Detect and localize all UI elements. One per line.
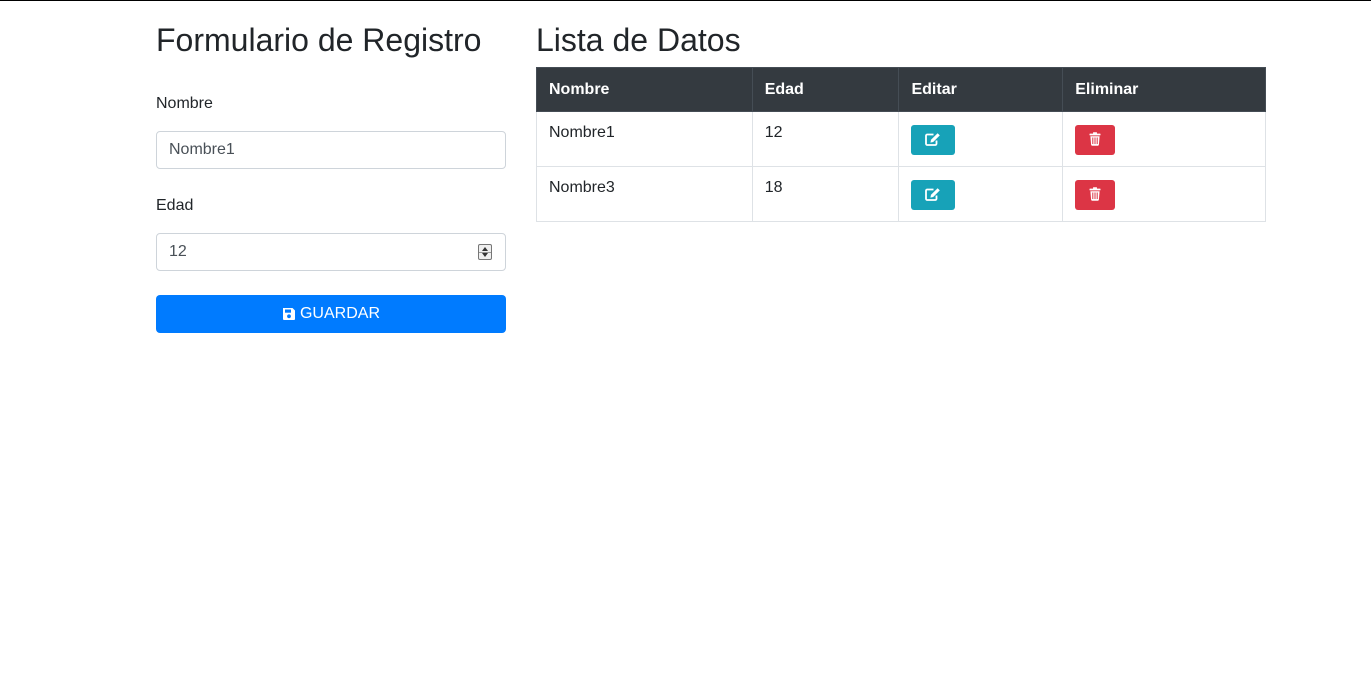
delete-button[interactable] (1075, 125, 1116, 155)
trash-icon (1089, 131, 1101, 149)
age-label: Edad (156, 197, 194, 214)
column-header-nombre: Nombre (536, 67, 753, 112)
registration-form: Formulario de Registro Nombre Nombre1 Ed… (156, 18, 506, 333)
name-input[interactable]: Nombre1 (156, 131, 506, 169)
age-spinner[interactable] (478, 244, 492, 260)
save-button-label: GUARDAR (299, 305, 380, 322)
table-row: Nombre1 12 (536, 111, 1266, 167)
save-button[interactable]: GUARDAR (156, 295, 506, 333)
data-table: Nombre Edad Editar Eliminar Nombre1 12 N… (536, 67, 1266, 222)
edit-button[interactable] (911, 180, 956, 210)
data-list: Lista de Datos Nombre Edad Editar Elimin… (536, 18, 1266, 222)
cell-delete (1062, 166, 1266, 222)
name-input-value: Nombre1 (169, 141, 235, 158)
edit-button[interactable] (911, 125, 956, 155)
age-input-value: 12 (169, 243, 187, 260)
column-header-edad: Edad (751, 67, 900, 112)
spinner-up-icon[interactable] (482, 247, 488, 251)
edit-icon (925, 187, 941, 204)
cell-edad: 18 (751, 166, 900, 222)
save-icon (282, 307, 296, 321)
column-header-eliminar: Eliminar (1062, 67, 1266, 112)
edit-icon (925, 132, 941, 149)
delete-button[interactable] (1075, 180, 1116, 210)
spinner-down-icon[interactable] (482, 253, 488, 257)
age-input[interactable]: 12 (156, 233, 506, 271)
column-header-editar: Editar (898, 67, 1064, 112)
form-title: Formulario de Registro (156, 22, 482, 58)
window-top-border (0, 0, 1371, 1)
cell-edit (898, 166, 1064, 222)
cell-delete (1062, 111, 1266, 167)
table-header-row: Nombre Edad Editar Eliminar (536, 67, 1266, 112)
trash-icon (1089, 186, 1101, 204)
list-title: Lista de Datos (536, 22, 741, 58)
cell-edad: 12 (751, 111, 900, 167)
cell-nombre: Nombre1 (536, 111, 753, 167)
cell-nombre: Nombre3 (536, 166, 753, 222)
name-label: Nombre (156, 95, 213, 112)
cell-edit (898, 111, 1064, 167)
table-row: Nombre3 18 (536, 166, 1266, 222)
